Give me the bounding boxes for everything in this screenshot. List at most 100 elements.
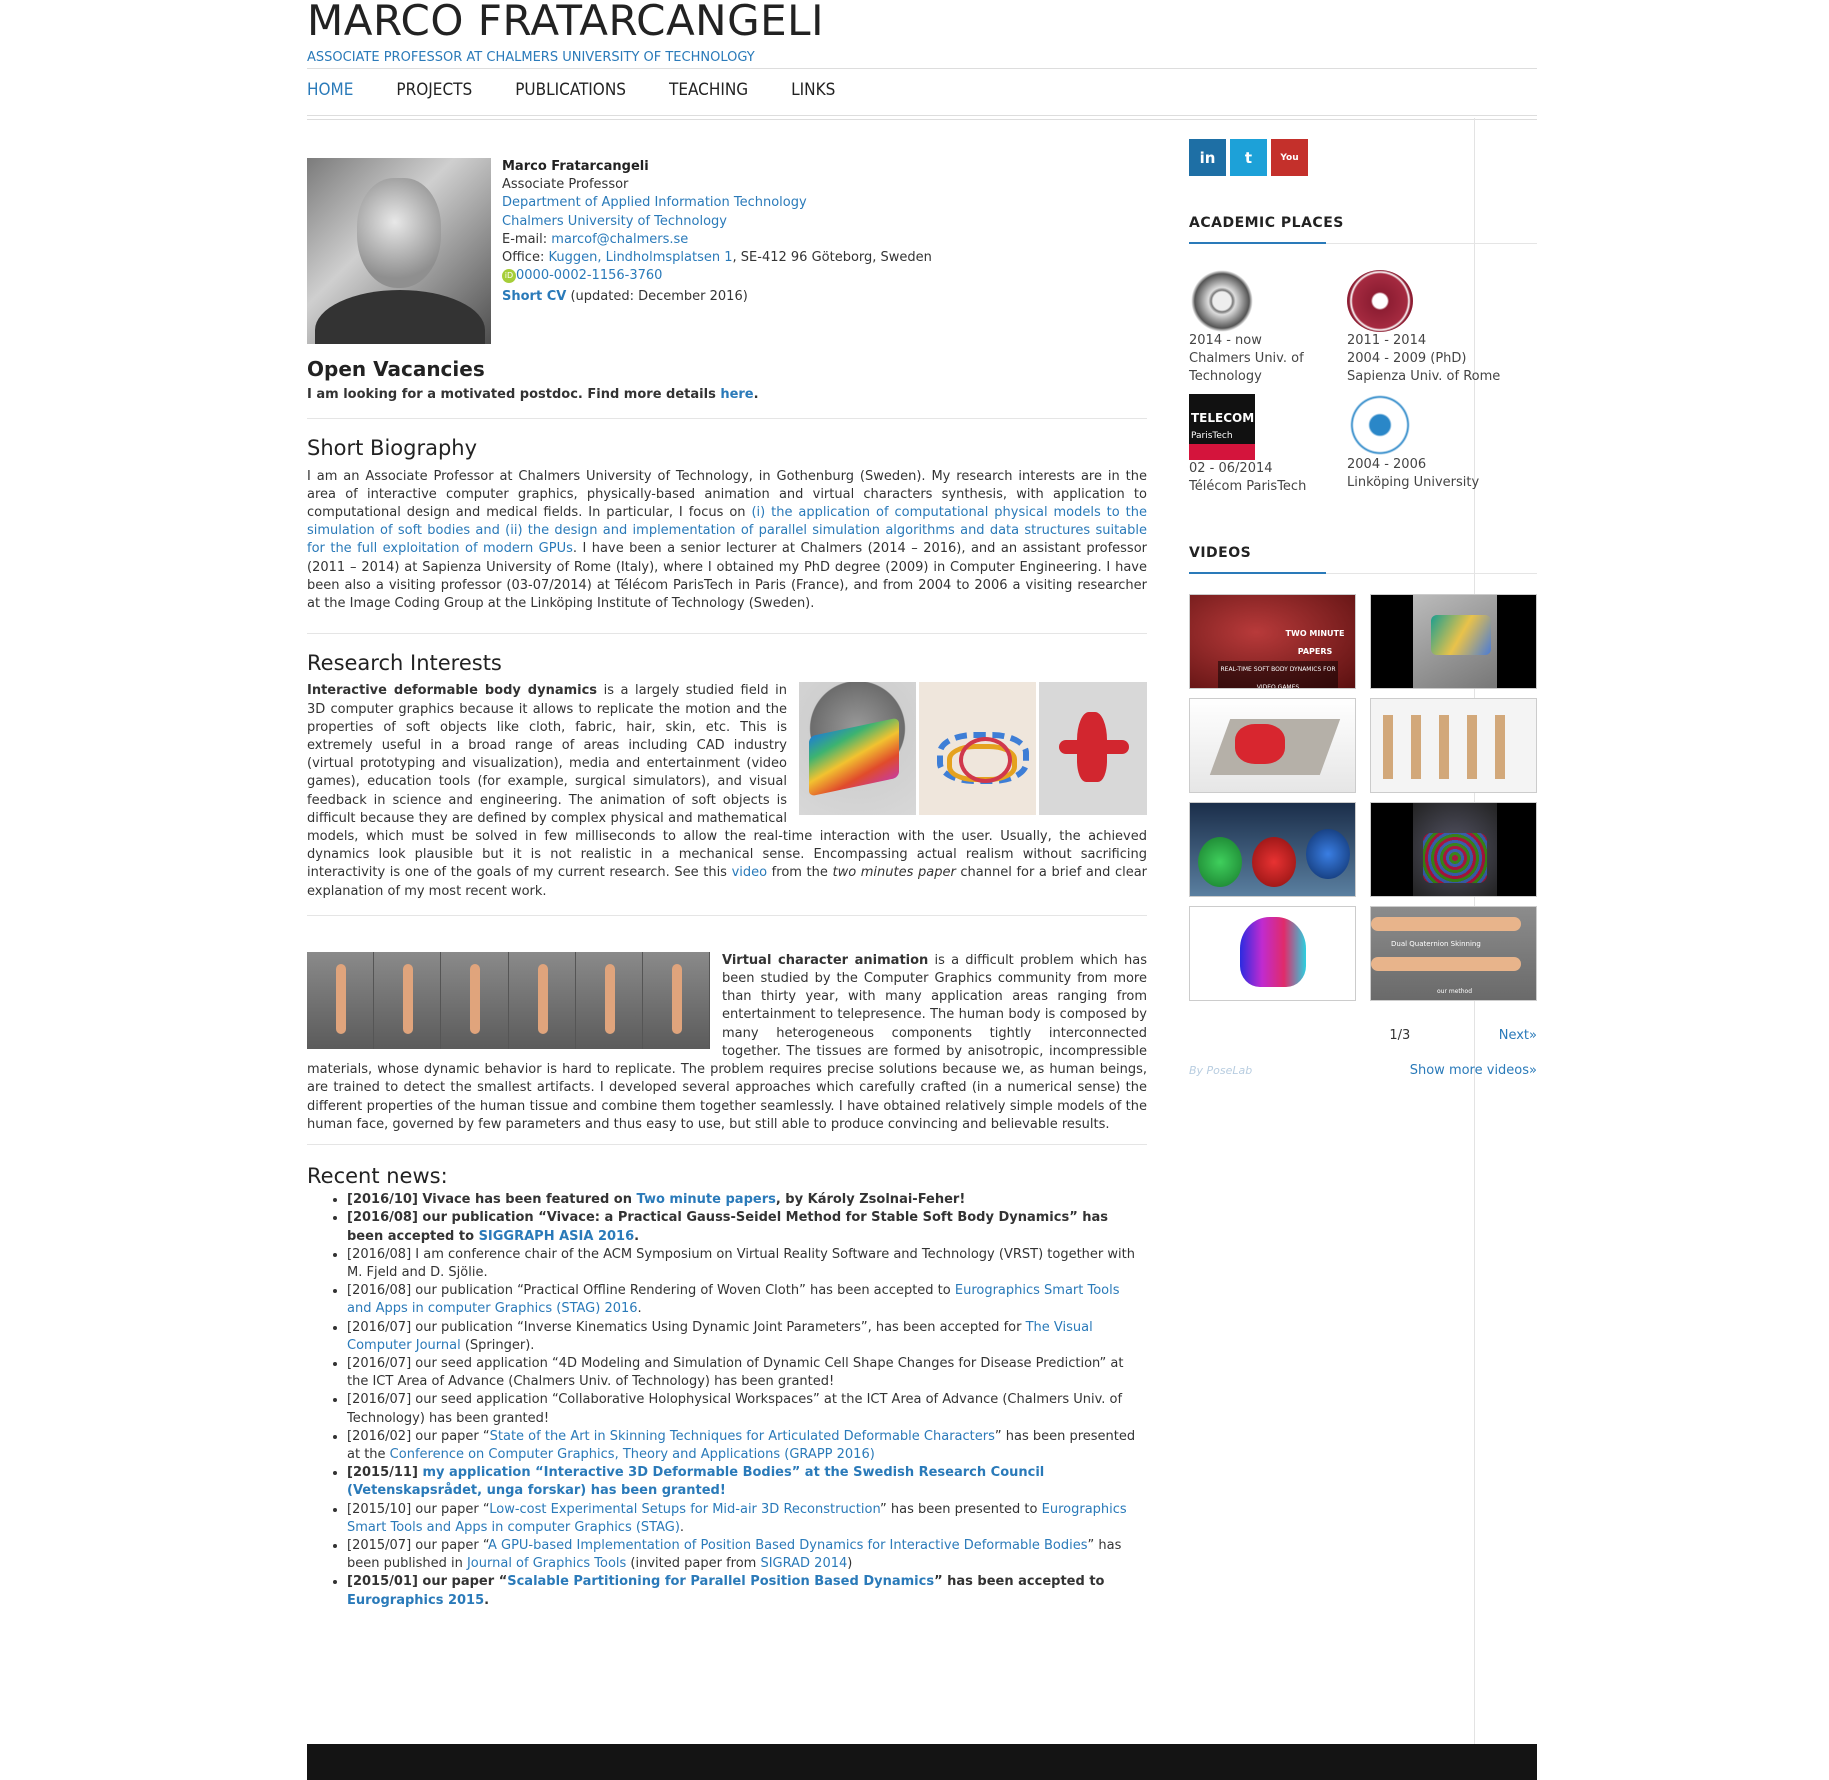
news-link[interactable]: Two minute papers xyxy=(637,1192,776,1207)
show-more-videos-link[interactable]: Show more videos» xyxy=(1410,1062,1537,1080)
news-link[interactable]: Low-cost Experimental Setups for Mid-air… xyxy=(489,1502,880,1517)
place-name-cont: Technology xyxy=(1189,369,1262,384)
news-item: [2016/08] I am conference chair of the A… xyxy=(347,1246,1147,1282)
news-link[interactable]: SIGRAD 2014 xyxy=(760,1556,847,1571)
cv-link[interactable]: Short CV xyxy=(502,289,566,304)
news-link[interactable]: State of the Art in Skinning Techniques … xyxy=(490,1429,995,1444)
profile-position: Associate Professor xyxy=(502,177,629,193)
orcid-icon: iD xyxy=(502,268,516,283)
news-text: [2016/07] our seed application “4D Model… xyxy=(347,1355,1124,1390)
youtube-icon[interactable]: You xyxy=(1271,139,1308,176)
academic-places: 2014 - now Chalmers Univ. of Technology 20… xyxy=(1189,270,1537,496)
place-years-phd: 2004 - 2009 (PhD) xyxy=(1347,351,1467,366)
news-link[interactable]: Eurographics 2015 xyxy=(347,1593,484,1608)
news-item: [2015/10] our paper “Low-cost Experiment… xyxy=(347,1501,1147,1537)
ropes-image xyxy=(919,682,1036,816)
site-subtitle: ASSOCIATE PROFESSOR AT CHALMERS UNIVERSI… xyxy=(307,50,755,65)
news-link[interactable]: SIGGRAPH ASIA 2016 xyxy=(479,1229,635,1244)
twitter-icon[interactable]: t xyxy=(1230,139,1267,176)
nav-projects[interactable]: PROJECTS xyxy=(396,80,472,100)
news-item: [2016/10] Vivace has been featured on Tw… xyxy=(347,1191,1147,1209)
place-chalmers: 2014 - now Chalmers Univ. of Technology xyxy=(1189,270,1347,386)
news-text: , by Károly Zsolnai-Feher! xyxy=(775,1192,966,1208)
video-thumb-hair[interactable] xyxy=(1189,802,1356,897)
news-item: [2015/01] our paper “Scalable Partitioni… xyxy=(347,1573,1147,1609)
news-text: [2016/08] our publication “Practical Off… xyxy=(347,1283,955,1299)
nav-divider xyxy=(307,115,1537,120)
deformable-text-b: from the xyxy=(767,865,833,881)
profile-name: Marco Fratarcangeli xyxy=(502,159,649,174)
news-link[interactable]: Scalable Partitioning for Parallel Posit… xyxy=(507,1574,934,1589)
news-link[interactable]: Journal of Graphics Tools xyxy=(467,1556,626,1571)
social-links: in t You xyxy=(1189,139,1537,176)
place-telecom: TELECOM ParisTech 02 - 06/2014 Télécom Pa… xyxy=(1189,394,1347,496)
video-thumb-cloth-chair[interactable] xyxy=(1370,594,1537,689)
news-text: [2016/08] I am conference chair of the A… xyxy=(347,1246,1135,1280)
email-link[interactable]: marcof@chalmers.se xyxy=(551,232,688,247)
news-text: [2015/07] our paper “ xyxy=(347,1537,488,1553)
telecom-logo-sub: ParisTech xyxy=(1191,431,1233,441)
nav-links[interactable]: LINKS xyxy=(791,80,835,100)
news-text: ” has been accepted to xyxy=(934,1574,1105,1590)
news-link[interactable]: Conference on Computer Graphics, Theory … xyxy=(390,1447,875,1462)
office-address: , SE-412 96 Göteborg, Sweden xyxy=(732,250,932,266)
profile-photo xyxy=(307,158,491,344)
video-thumb-cloth-table[interactable] xyxy=(1189,698,1356,793)
news-text: (invited paper from xyxy=(626,1556,761,1572)
news-link[interactable]: my application “Interactive 3D Deformabl… xyxy=(347,1465,1044,1498)
place-years: 2004 - 2006 xyxy=(1347,457,1427,472)
place-linkoping: 2004 - 2006 Linköping University xyxy=(1347,394,1505,496)
university-link[interactable]: Chalmers University of Technology xyxy=(502,214,727,229)
videos-title: VIDEOS xyxy=(1189,545,1252,561)
cloth-chair-image xyxy=(799,682,916,816)
linkoping-logo xyxy=(1347,394,1413,456)
news-list: [2016/10] Vivace has been featured on Tw… xyxy=(307,1191,1147,1610)
place-sapienza: 2011 - 2014 2004 - 2009 (PhD) Sapienza Uni… xyxy=(1347,270,1505,386)
widget-underline xyxy=(1189,242,1537,244)
office-link[interactable]: Kuggen, Lindholmsplatsen 1 xyxy=(548,250,732,265)
research-images xyxy=(799,682,1147,816)
main-nav: HOME PROJECTS PUBLICATIONS TEACHING LINK… xyxy=(307,80,878,100)
news-item: [2016/08] our publication “Vivace: a Pra… xyxy=(347,1209,1147,1245)
video-thumb-arm-skinning[interactable]: Dual Quaternion Skinning our method xyxy=(1370,906,1537,1001)
department-link[interactable]: Department of Applied Information Techno… xyxy=(502,195,807,210)
video-thumb-rings[interactable] xyxy=(1370,802,1537,897)
news-text: . xyxy=(634,1228,640,1244)
linkedin-icon[interactable]: in xyxy=(1189,139,1226,176)
place-years: 2011 - 2014 xyxy=(1347,333,1427,348)
place-name: Télécom ParisTech xyxy=(1189,479,1307,494)
creature-image xyxy=(1039,682,1147,816)
video-thumb-skeletons[interactable] xyxy=(1370,698,1537,793)
vacancies-here-link[interactable]: here xyxy=(720,387,753,402)
character-animation-image xyxy=(307,951,711,1049)
video-caption: Dual Quaternion Skinning xyxy=(1391,940,1481,948)
news-item: [2016/02] our paper “State of the Art in… xyxy=(347,1428,1147,1464)
site-title[interactable]: MARCO FRATARCANGELI xyxy=(307,0,824,45)
news-link[interactable]: A GPU-based Implementation of Position B… xyxy=(488,1538,1088,1553)
place-name: Sapienza Univ. of Rome xyxy=(1347,369,1501,384)
video-thumb-jelly[interactable] xyxy=(1189,906,1356,1001)
cv-note: (updated: December 2016) xyxy=(566,289,748,305)
video-thumb-two-minute-papers[interactable]: TWO MINUTE PAPERS REAL-TIME SOFT BODY DY… xyxy=(1189,594,1356,689)
by-poselab-link[interactable]: By PoseLab xyxy=(1189,1062,1252,1080)
news-text: [2016/07] our seed application “Collabor… xyxy=(347,1392,1123,1426)
sidebar: in t You ACADEMIC PLACES 2014 - now Chalm… xyxy=(1189,139,1537,1080)
news-item: [2016/07] our publication “Inverse Kinem… xyxy=(347,1319,1147,1355)
office-label: Office: xyxy=(502,250,549,266)
video-subcaption: our method xyxy=(1437,988,1473,995)
research-virtual-character: Virtual character animation is a difficu… xyxy=(307,951,1147,1134)
nav-teaching[interactable]: TEACHING xyxy=(669,80,748,100)
divider xyxy=(307,633,1147,635)
news-item: [2016/07] our seed application “4D Model… xyxy=(347,1355,1147,1391)
nav-publications[interactable]: PUBLICATIONS xyxy=(515,80,626,100)
video-link[interactable]: video xyxy=(732,865,768,880)
news-item: [2016/08] our publication “Practical Off… xyxy=(347,1282,1147,1318)
video-pager: 1/3 Next» xyxy=(1189,1027,1537,1045)
research-title: Research Interests xyxy=(307,651,502,676)
news-text: . xyxy=(484,1592,490,1608)
news-item: [2015/07] our paper “A GPU-based Impleme… xyxy=(347,1537,1147,1573)
nav-home[interactable]: HOME xyxy=(307,80,353,100)
video-next-link[interactable]: Next» xyxy=(1499,1027,1537,1045)
orcid-link[interactable]: 0000-0002-1156-3760 xyxy=(516,268,662,283)
news-text: . xyxy=(679,1519,685,1535)
